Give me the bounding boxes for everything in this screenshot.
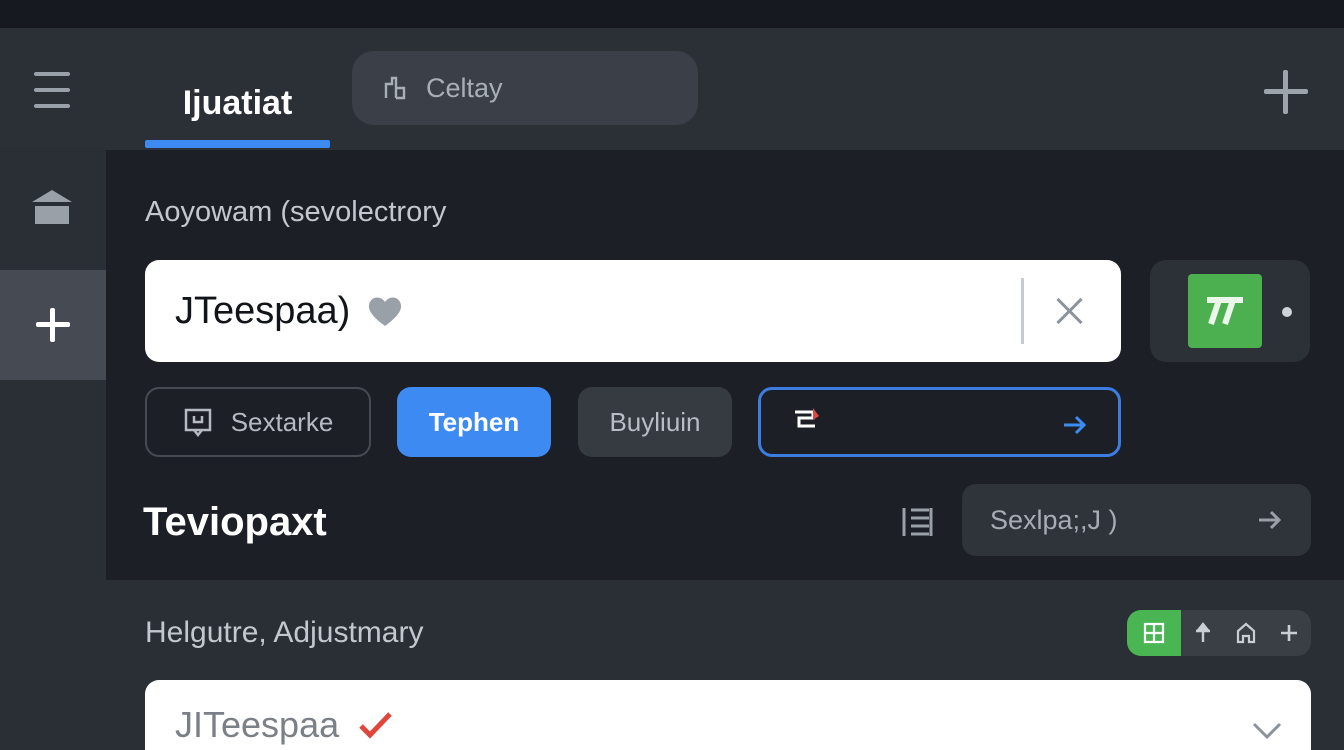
tab-active-label: Ijuatiat xyxy=(182,83,293,122)
heart-icon[interactable] xyxy=(366,294,404,328)
arrow-right-icon[interactable] xyxy=(1255,505,1285,535)
lower-section-label: Helgutre, Adjustmary xyxy=(145,616,424,649)
bookmark-icon xyxy=(183,407,213,438)
top-strip xyxy=(0,0,1344,28)
chip-primary-label: Tephen xyxy=(428,406,520,437)
chip-outline[interactable]: Sextarke xyxy=(145,387,371,457)
chevron-down-icon[interactable] xyxy=(1251,720,1283,742)
secondary-search-label: Sexlpa;,J ) xyxy=(990,504,1118,535)
secondary-search[interactable]: Sexlpa;,J ) xyxy=(962,484,1311,556)
hamburger-icon[interactable] xyxy=(28,70,76,110)
search-input[interactable]: JTeespaa) xyxy=(145,260,1121,362)
search-divider xyxy=(1021,278,1024,344)
pin-icon[interactable] xyxy=(1181,610,1224,656)
home-icon[interactable] xyxy=(30,186,74,230)
select-value: JITeespaa xyxy=(175,704,340,745)
check-icon xyxy=(357,710,393,740)
plus-icon[interactable] xyxy=(1267,610,1310,656)
tab-active[interactable]: Ijuatiat xyxy=(145,56,330,150)
mini-toolbar xyxy=(1127,610,1311,656)
chip-gray[interactable]: Buyliuin xyxy=(578,387,732,457)
chip-primary[interactable]: Tephen xyxy=(397,387,551,457)
chip-outline-label: Sextarke xyxy=(230,406,334,437)
section-label: Aoyowam (sevolectrory xyxy=(145,196,447,228)
sidebar-add-button[interactable] xyxy=(0,270,106,380)
sidebar xyxy=(0,150,106,750)
tab-pin-icon xyxy=(382,74,410,102)
tab-active-indicator xyxy=(145,140,330,148)
search-value: JTeespaa) xyxy=(175,289,351,332)
home-outline-icon[interactable] xyxy=(1224,610,1267,656)
subtitle: Teviopaxt xyxy=(143,500,327,544)
tab-secondary[interactable]: Celtay xyxy=(352,51,698,125)
app-tile[interactable] xyxy=(1150,260,1310,362)
select-field[interactable]: JITeespaa xyxy=(145,680,1311,750)
add-tab-icon[interactable] xyxy=(1264,70,1308,114)
app-icon xyxy=(1188,274,1262,348)
tab-secondary-label: Celtay xyxy=(426,72,503,103)
more-dot-icon[interactable] xyxy=(1282,307,1292,317)
grid-icon[interactable] xyxy=(1127,610,1181,656)
arrow-right-icon[interactable] xyxy=(1060,410,1090,440)
command-icon xyxy=(791,404,823,441)
list-icon[interactable] xyxy=(900,504,936,540)
header-bar: Ijuatiat Celtay xyxy=(0,28,1344,150)
chip-gray-label: Buyliuin xyxy=(609,406,701,437)
close-icon[interactable] xyxy=(1055,296,1085,326)
command-input[interactable] xyxy=(758,387,1121,457)
